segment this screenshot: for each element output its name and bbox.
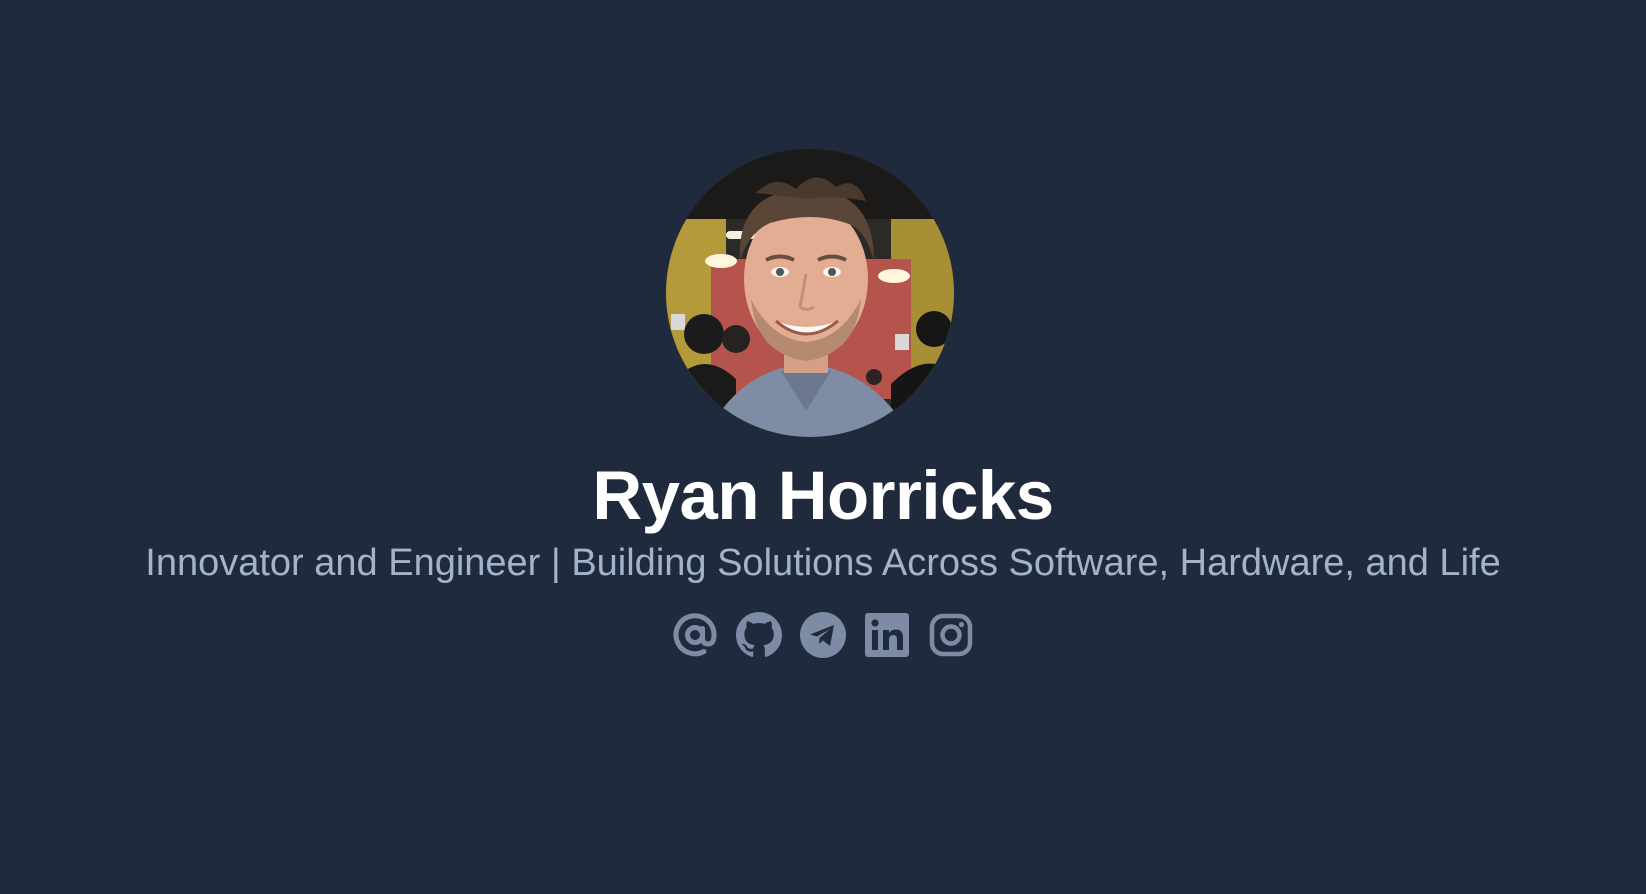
instagram-link[interactable] — [927, 611, 975, 659]
avatar — [666, 149, 954, 437]
github-link[interactable] — [735, 611, 783, 659]
profile-name: Ryan Horricks — [592, 457, 1054, 534]
profile-tagline: Innovator and Engineer | Building Soluti… — [145, 542, 1501, 584]
at-sign-icon — [673, 613, 717, 657]
linkedin-icon — [865, 613, 909, 657]
github-icon — [736, 612, 783, 657]
social-links — [0, 611, 1646, 659]
instagram-icon — [929, 613, 973, 657]
linkedin-link[interactable] — [863, 611, 911, 659]
avatar-photo — [666, 149, 954, 437]
email-link[interactable] — [671, 611, 719, 659]
profile-card: Ryan Horricks Innovator and Engineer | B… — [0, 0, 1646, 894]
telegram-link[interactable] — [799, 611, 847, 659]
telegram-icon — [800, 612, 846, 658]
